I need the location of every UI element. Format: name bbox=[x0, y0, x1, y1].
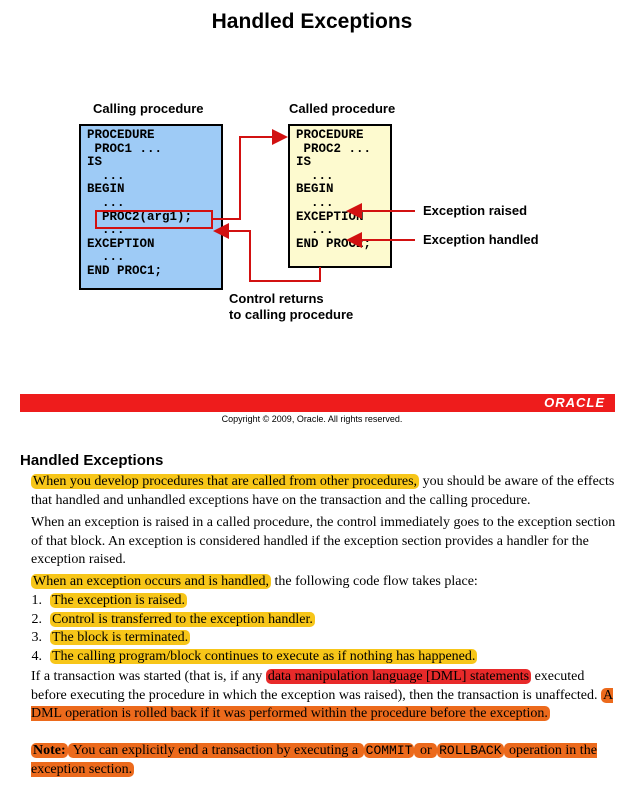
notes-heading: Handled Exceptions bbox=[20, 452, 164, 469]
note-paragraph: Note: You can explicitly end a transacti… bbox=[31, 743, 597, 777]
exception-raised-label: Exception raised bbox=[423, 203, 528, 218]
copyright: Copyright © 2009, Oracle. All rights res… bbox=[221, 414, 403, 424]
flow-arrows bbox=[213, 129, 415, 282]
return-arrow bbox=[213, 223, 321, 282]
list-item: 4. The calling program/block continues to… bbox=[31, 648, 478, 664]
highlight: When an exception occurs and is handled, bbox=[31, 574, 271, 589]
paragraph-2: When an exception is raised in a called … bbox=[31, 515, 616, 567]
commit-keyword: COMMIT bbox=[363, 743, 415, 758]
control-returns-label-1: Control returns bbox=[229, 291, 324, 306]
note-label: Note: bbox=[31, 743, 68, 758]
paragraph-1: When you develop procedures that are cal… bbox=[31, 474, 615, 508]
paragraph-4: If a transaction was started (that is, i… bbox=[31, 669, 614, 721]
oracle-logo: ORACLE bbox=[544, 395, 605, 410]
highlight: When you develop procedures that are cal… bbox=[31, 474, 420, 489]
control-returns-label-2: to calling procedure bbox=[229, 307, 354, 322]
list-item: 1. The exception is raised. bbox=[31, 593, 187, 608]
oracle-bar: ORACLE bbox=[20, 394, 615, 412]
call-arrow bbox=[213, 129, 288, 220]
highlight: data manipulation language [DML] stateme… bbox=[265, 669, 532, 684]
exception-handled-label: Exception handled bbox=[423, 232, 539, 247]
list-item: 2. Control is transferred to the exceptio… bbox=[31, 611, 315, 627]
rollback-keyword: ROLLBACK bbox=[437, 743, 504, 758]
list-item: 3. The block is terminated. bbox=[31, 630, 191, 645]
step-list: 1. The exception is raised. 2. Control is … bbox=[20, 592, 606, 666]
paragraph-3: When an exception occurs and is handled,… bbox=[31, 574, 478, 589]
